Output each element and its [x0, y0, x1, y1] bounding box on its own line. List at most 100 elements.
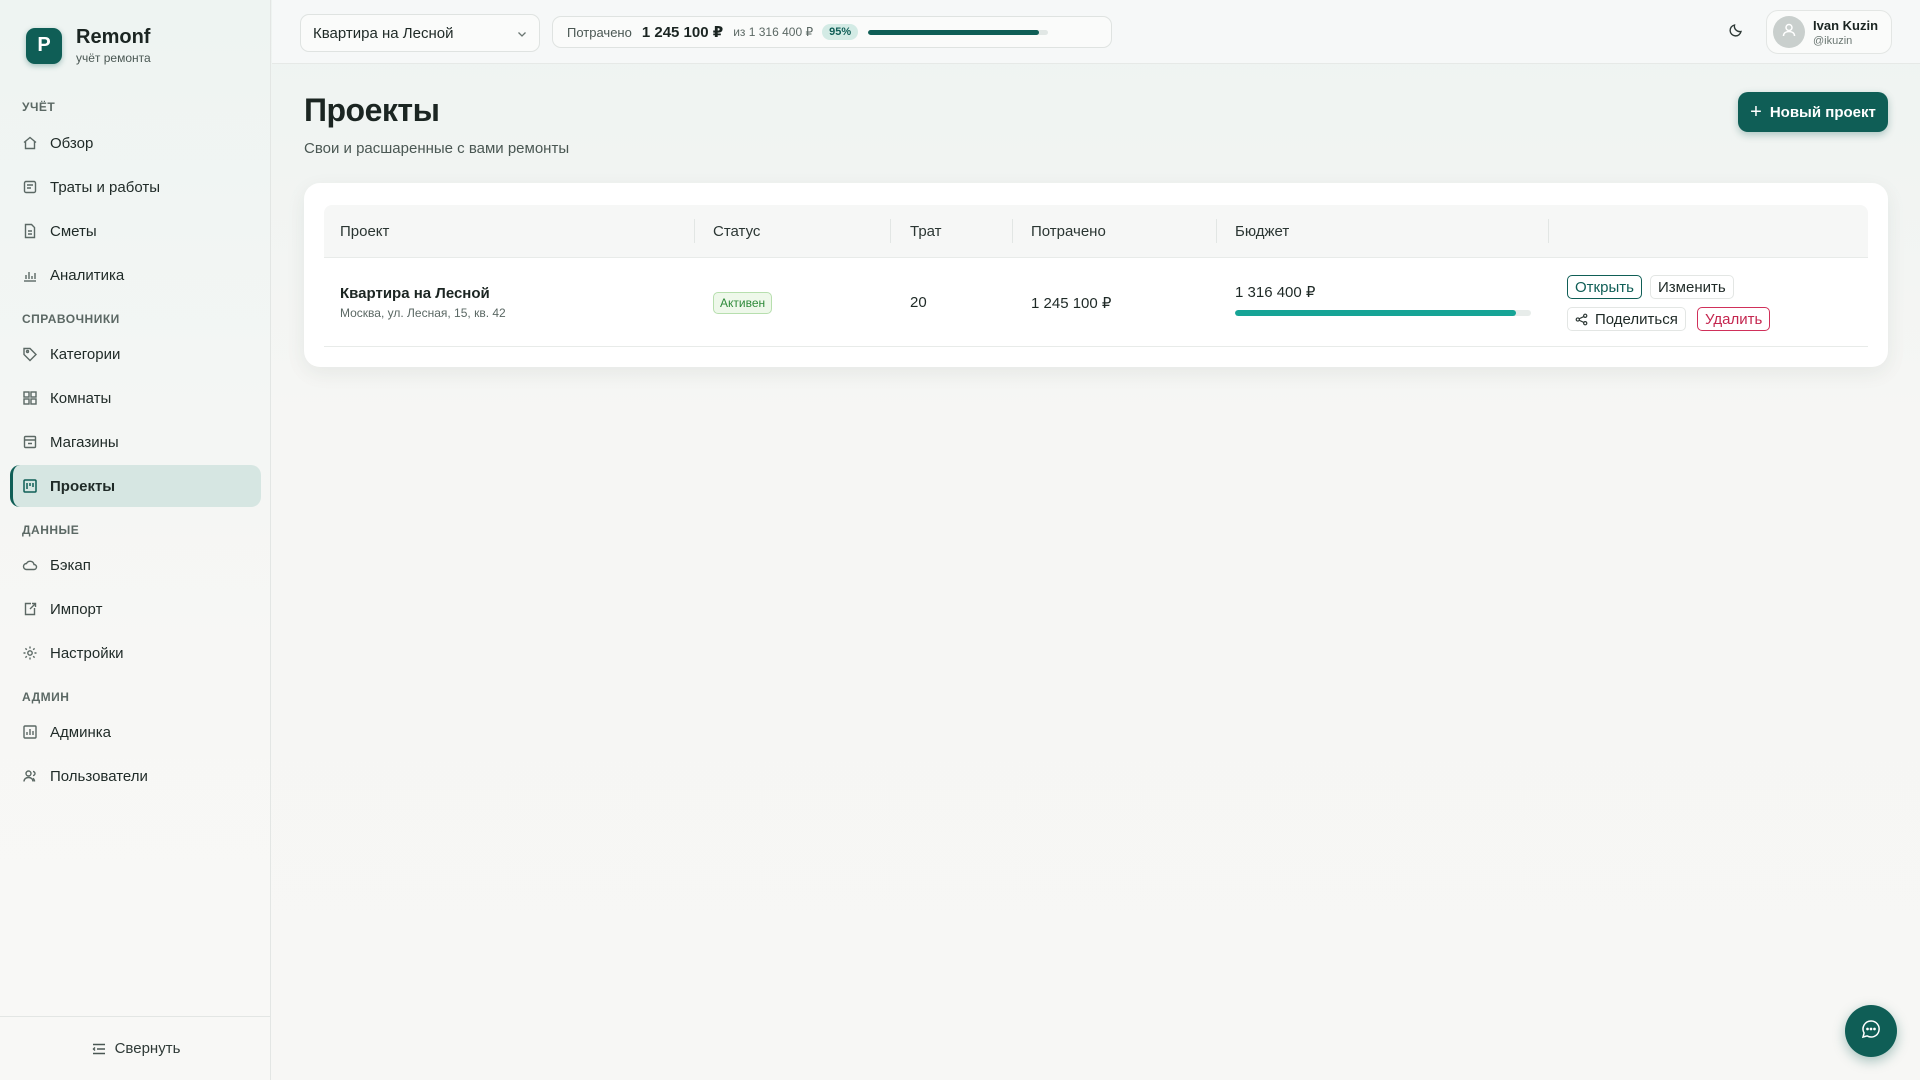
collapse-menu-icon: [91, 1041, 107, 1057]
grid-icon: [22, 390, 38, 406]
sidebar-item-label: Магазины: [50, 433, 119, 451]
sidebar-item-label: Пользователи: [50, 767, 148, 785]
sidebar-item-categories[interactable]: Категории: [10, 333, 261, 375]
column-divider: [1548, 219, 1549, 243]
open-project-button[interactable]: Открыть: [1567, 275, 1642, 299]
spent-of-budget: из 1 316 400 ₽: [733, 25, 814, 39]
column-divider: [694, 219, 695, 243]
column-header-budget[interactable]: Бюджет: [1235, 205, 1289, 258]
nav-section-admin: АДМИН: [22, 690, 70, 704]
plus-icon: +: [1750, 100, 1762, 123]
spent-progress-fill: [868, 29, 1040, 35]
sidebar-item-label: Настройки: [50, 644, 124, 662]
edit-project-button[interactable]: Изменить: [1650, 275, 1734, 299]
spent-percent-badge: 95%: [822, 24, 859, 40]
brand-name: Remonf: [76, 26, 151, 48]
status-badge: Активен: [713, 292, 773, 314]
user-icon: [1780, 21, 1798, 44]
column-header-project[interactable]: Проект: [340, 205, 389, 258]
theme-toggle-button[interactable]: [1726, 22, 1746, 42]
receipt-icon: [22, 179, 38, 195]
share-icon: [1575, 313, 1588, 326]
project-select[interactable]: Квартира на Лесной: [300, 14, 540, 52]
share-label: Поделиться: [1595, 310, 1678, 328]
moon-icon: [1728, 22, 1744, 43]
column-header-spent[interactable]: Потрачено: [1031, 205, 1106, 258]
kanban-icon: [22, 478, 38, 494]
budget-amount: 1 316 400 ₽: [1235, 284, 1316, 301]
sidebar-item-rooms[interactable]: Комнаты: [10, 377, 261, 419]
sidebar-item-label: Траты и работы: [50, 178, 160, 196]
users-icon: [22, 768, 38, 784]
sidebar-item-users[interactable]: Пользователи: [10, 755, 261, 797]
collapse-sidebar-button[interactable]: Свернуть: [0, 1016, 271, 1080]
import-icon: [22, 601, 38, 617]
project-select-value: Квартира на Лесной: [313, 24, 454, 42]
brand-logo: Р: [26, 27, 62, 64]
spent-progress-bar: [868, 29, 1049, 35]
spent-label: Потрачено: [567, 24, 632, 40]
sidebar-item-backup[interactable]: Бэкап: [10, 544, 261, 586]
spent-summary: Потрачено 1 245 100 ₽ из 1 316 400 ₽ 95%: [552, 16, 1112, 48]
column-divider: [890, 219, 891, 243]
nav-section-accounting: УЧЁТ: [22, 100, 56, 114]
sidebar-item-label: Комнаты: [50, 389, 112, 407]
nav-section-directories: СПРАВОЧНИКИ: [22, 312, 120, 326]
table-header: Проект Статус Трат Потрачено Бюджет: [324, 205, 1868, 258]
budget-progress-fill: [1235, 310, 1517, 316]
new-project-label: Новый проект: [1769, 103, 1876, 121]
sidebar-item-label: Сметы: [50, 222, 97, 240]
column-header-status[interactable]: Статус: [713, 205, 760, 258]
page-title: Проекты: [304, 92, 440, 128]
gear-icon: [22, 645, 38, 661]
brand[interactable]: Р Remonf учёт ремонта: [26, 26, 151, 65]
topbar: Квартира на Лесной Потрачено 1 245 100 ₽…: [272, 0, 1920, 64]
sidebar-item-label: Аналитика: [50, 266, 125, 284]
sidebar-item-label: Категории: [50, 345, 121, 363]
expense-count: 20: [910, 294, 927, 311]
table-row[interactable]: Квартира на Лесной Москва, ул. Лесная, 1…: [324, 258, 1868, 347]
column-divider: [1012, 219, 1013, 243]
spent-value: 1 245 100 ₽: [641, 24, 724, 41]
page-subtitle: Свои и расшаренные с вами ремонты: [304, 140, 570, 157]
sidebar-item-label: Импорт: [50, 600, 103, 618]
user-name: Ivan Kuzin: [1813, 17, 1879, 33]
sidebar-item-analytics[interactable]: Аналитика: [10, 254, 261, 296]
avatar: [1773, 16, 1805, 48]
sidebar-item-admin[interactable]: Админка: [10, 711, 261, 753]
sidebar: Р Remonf учёт ремонта УЧЁТ Обзор Траты и…: [0, 0, 271, 1080]
store-icon: [22, 434, 38, 450]
project-address: Москва, ул. Лесная, 15, кв. 42: [340, 306, 506, 320]
sidebar-item-label: Админка: [50, 723, 111, 741]
projects-table-card: Проект Статус Трат Потрачено Бюджет Квар…: [304, 183, 1888, 367]
sidebar-item-label: Обзор: [50, 134, 94, 152]
column-divider: [1216, 219, 1217, 243]
column-header-count[interactable]: Трат: [910, 205, 942, 258]
nav-section-data: ДАННЫЕ: [22, 523, 80, 537]
sidebar-item-label: Бэкап: [50, 556, 91, 574]
user-handle: @ikuzin: [1813, 34, 1853, 47]
cloud-icon: [22, 557, 38, 573]
sidebar-item-import[interactable]: Импорт: [10, 588, 261, 630]
admin-chart-icon: [22, 724, 38, 740]
sidebar-item-estimates[interactable]: Сметы: [10, 210, 261, 252]
sidebar-item-overview[interactable]: Обзор: [10, 122, 261, 164]
chat-icon: [1860, 1018, 1882, 1045]
project-name[interactable]: Квартира на Лесной: [340, 285, 506, 302]
home-icon: [22, 135, 38, 151]
budget-progress-bar: [1235, 310, 1531, 316]
sidebar-item-projects[interactable]: Проекты: [10, 465, 261, 507]
user-menu[interactable]: Ivan Kuzin @ikuzin: [1766, 10, 1892, 54]
chevron-down-icon: [515, 27, 529, 45]
new-project-button[interactable]: + Новый проект: [1738, 92, 1888, 132]
sidebar-item-settings[interactable]: Настройки: [10, 632, 261, 674]
bar-chart-icon: [22, 267, 38, 283]
chat-button[interactable]: [1845, 1005, 1897, 1057]
sidebar-item-stores[interactable]: Магазины: [10, 421, 261, 463]
sidebar-item-expenses[interactable]: Траты и работы: [10, 166, 261, 208]
sidebar-item-label: Проекты: [50, 477, 116, 495]
delete-project-button[interactable]: Удалить: [1697, 307, 1771, 331]
document-icon: [22, 223, 38, 239]
share-project-button[interactable]: Поделиться: [1567, 307, 1686, 331]
tag-icon: [22, 346, 38, 362]
